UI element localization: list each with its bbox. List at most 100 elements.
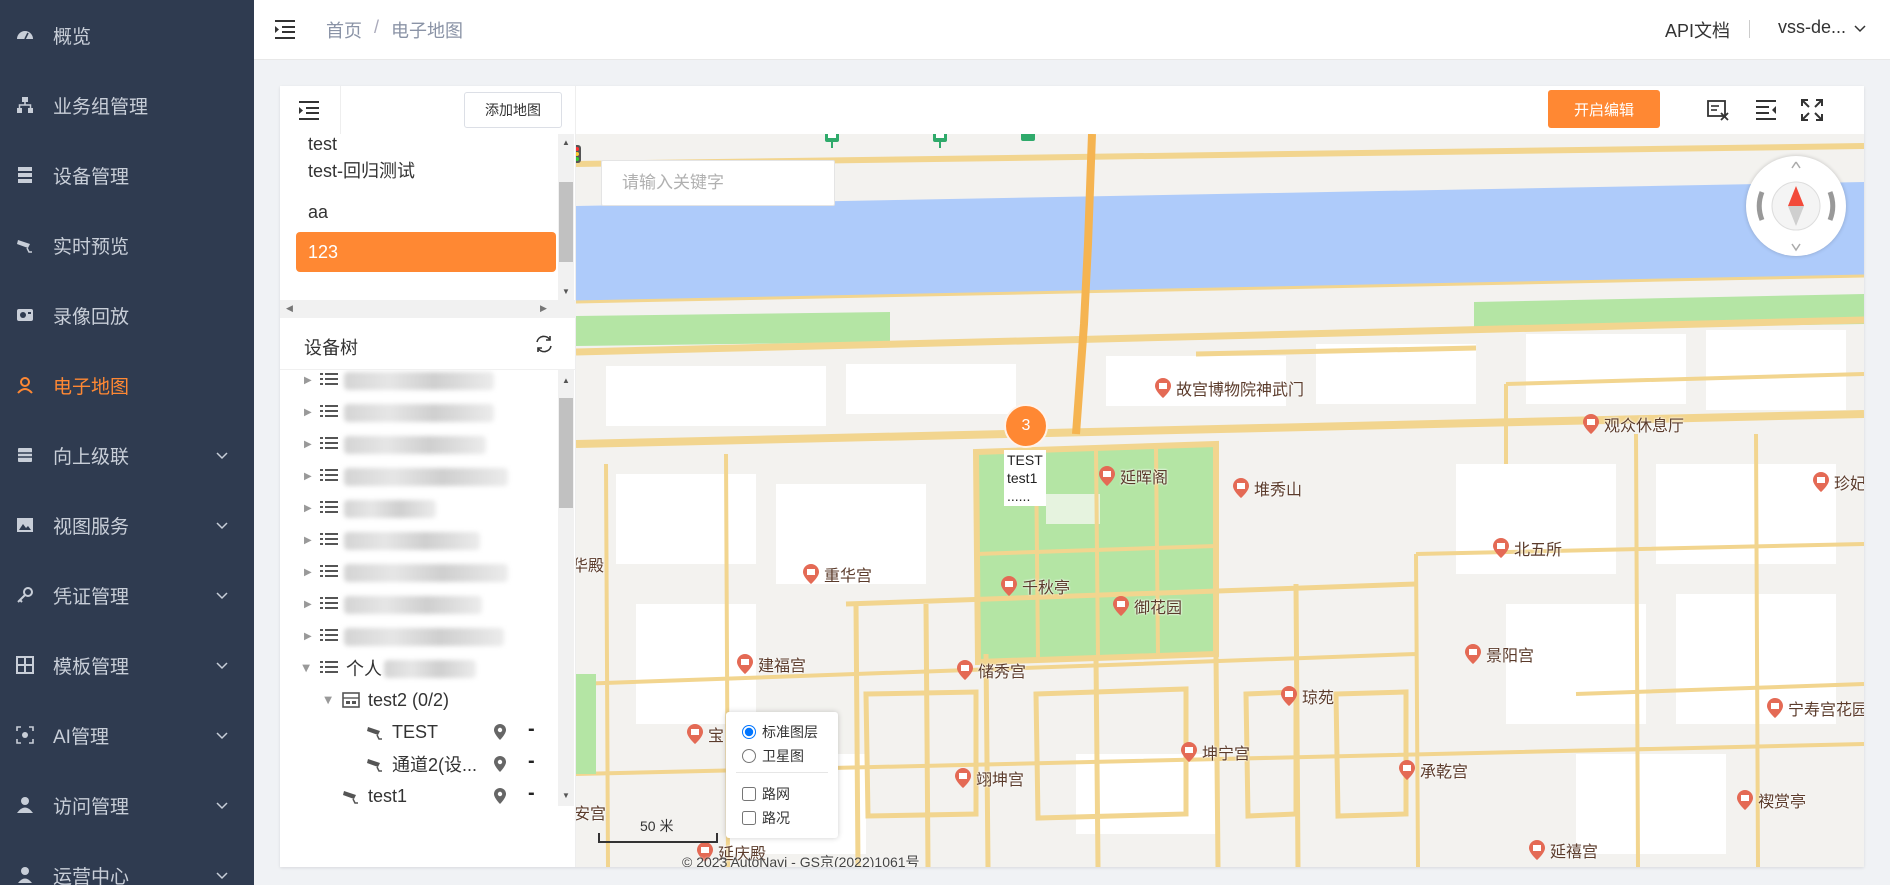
poi-label[interactable]: 华殿	[576, 552, 604, 576]
layer-standard-radio[interactable]	[742, 725, 756, 739]
tree-node[interactable]: ▶	[280, 460, 560, 492]
caret-right-icon[interactable]: ▶	[304, 631, 312, 642]
tree-node[interactable]: ▶	[280, 370, 560, 396]
sidebar-item-template[interactable]: 模板管理	[0, 630, 254, 700]
poi-label[interactable]: 延晖阁	[1098, 464, 1168, 488]
layer-road-option[interactable]: 路网	[742, 784, 790, 804]
scroll-right-icon[interactable]: ▶	[540, 303, 547, 314]
scroll-up-icon[interactable]: ▲	[562, 376, 570, 385]
location-pin-icon[interactable]	[494, 724, 506, 745]
list-toggle-icon[interactable]	[1754, 98, 1778, 122]
tree-node[interactable]: ▶	[280, 524, 560, 556]
poi-label[interactable]: 重华宫	[802, 562, 872, 586]
sidebar-item-ops[interactable]: 运营中心	[0, 840, 254, 885]
sidebar-item-emap[interactable]: 电子地图	[0, 350, 254, 420]
add-map-button[interactable]: 添加地图	[464, 92, 562, 128]
map-list-item[interactable]: test-回归测试	[296, 150, 556, 190]
tree-node-group[interactable]: ▶ test2 (0/2)	[280, 684, 560, 716]
sidebar-item-playback[interactable]: 录像回放	[0, 280, 254, 350]
scroll-down-icon[interactable]: ▼	[562, 791, 570, 800]
poi-label[interactable]: 储秀宫	[956, 658, 1026, 682]
map-list-scrollbar[interactable]: ▲ ▼	[558, 134, 574, 300]
fullscreen-icon[interactable]	[1800, 98, 1824, 122]
api-doc-link[interactable]: API文档	[1665, 17, 1730, 43]
caret-right-icon[interactable]: ▶	[304, 471, 312, 482]
user-menu[interactable]: vss-de...	[1778, 17, 1866, 38]
sidebar-item-credential[interactable]: 凭证管理	[0, 560, 254, 630]
map-canvas[interactable]: 开启编辑 请输入关键字 故宫博物院神武门 观众休息厅 延晖阁 堆秀山 珍妃 北五…	[576, 86, 1864, 867]
indent-icon[interactable]	[298, 100, 320, 120]
location-pin-icon[interactable]	[494, 756, 506, 777]
scrollbar-thumb[interactable]	[559, 398, 573, 508]
tree-node[interactable]: ▶	[280, 620, 560, 652]
sidebar-item-device[interactable]: 设备管理	[0, 140, 254, 210]
sidebar-item-overview[interactable]: 概览	[0, 0, 254, 70]
tree-node-channel[interactable]: 通道2(设... -	[280, 748, 560, 780]
poi-label[interactable]: 禊赏亭	[1736, 788, 1806, 812]
scrollbar-thumb[interactable]	[559, 182, 573, 262]
poi-label[interactable]: 琼苑	[1280, 684, 1334, 708]
poi-label[interactable]: 延禧宫	[1528, 838, 1598, 862]
layer-satellite-radio[interactable]	[742, 749, 756, 763]
device-cluster-label[interactable]: TEST test1 ......	[1004, 450, 1046, 506]
map-list-item-selected[interactable]: 123	[296, 232, 556, 272]
layer-traffic-option[interactable]: 路况	[742, 808, 790, 828]
sidebar-item-cascade[interactable]: 向上级联	[0, 420, 254, 490]
poi-label[interactable]: 御花园	[1112, 594, 1182, 618]
refresh-icon[interactable]	[534, 334, 554, 354]
tree-node-channel[interactable]: TEST -	[280, 716, 560, 748]
sidebar-item-view-service[interactable]: 视图服务	[0, 490, 254, 560]
poi-label[interactable]: 千秋亭	[1000, 574, 1070, 598]
scroll-left-icon[interactable]: ◀	[286, 303, 293, 314]
scroll-down-icon[interactable]: ▼	[562, 287, 570, 296]
poi-label[interactable]: 安宫	[576, 800, 606, 824]
caret-right-icon[interactable]: ▶	[304, 439, 312, 450]
caret-right-icon[interactable]: ▶	[304, 503, 312, 514]
sidebar-item-ai[interactable]: AI管理	[0, 700, 254, 770]
layer-standard-option[interactable]: 标准图层	[742, 722, 818, 742]
caret-down-icon[interactable]: ▶	[300, 664, 311, 672]
poi-label[interactable]: 故宫博物院神武门	[1154, 376, 1304, 400]
device-cluster-marker[interactable]: 3	[1004, 404, 1048, 448]
scroll-up-icon[interactable]: ▲	[562, 138, 570, 147]
clear-selection-icon[interactable]	[1706, 98, 1730, 122]
poi-label[interactable]: 珍妃	[1812, 470, 1864, 494]
caret-right-icon[interactable]: ▶	[304, 599, 312, 610]
caret-right-icon[interactable]: ▶	[304, 535, 312, 546]
map-list-hscrollbar[interactable]: ◀ ▶	[280, 300, 576, 318]
tree-node[interactable]: ▶	[280, 428, 560, 460]
poi-label[interactable]: 北五所	[1492, 536, 1562, 560]
tree-node[interactable]: ▶	[280, 492, 560, 524]
poi-label[interactable]: 宁寿宫花园	[1766, 696, 1864, 720]
caret-right-icon[interactable]: ▶	[304, 567, 312, 578]
map-compass[interactable]	[1746, 156, 1846, 256]
poi-label[interactable]: 景阳宫	[1464, 642, 1534, 666]
breadcrumb-home[interactable]: 首页	[326, 17, 362, 43]
poi-label[interactable]: 观众休息厅	[1582, 412, 1684, 436]
layer-traffic-checkbox[interactable]	[742, 811, 756, 825]
poi-label[interactable]: 宝	[686, 722, 724, 746]
poi-label[interactable]: 建福宫	[736, 652, 806, 676]
poi-label[interactable]: 翊坤宫	[954, 766, 1024, 790]
map-list-item[interactable]: aa	[296, 192, 556, 232]
tree-node[interactable]: ▶	[280, 396, 560, 428]
layer-satellite-option[interactable]: 卫星图	[742, 746, 804, 766]
sidebar-item-access[interactable]: 访问管理	[0, 770, 254, 840]
poi-label[interactable]: 堆秀山	[1232, 476, 1302, 500]
caret-down-icon[interactable]: ▶	[322, 696, 333, 704]
tree-node-device[interactable]: test1 -	[280, 780, 560, 806]
device-tree-scrollbar[interactable]: ▲ ▼	[558, 370, 574, 806]
poi-label[interactable]: 承乾宫	[1398, 758, 1468, 782]
sidebar-item-business-group[interactable]: 业务组管理	[0, 70, 254, 140]
tree-node[interactable]: ▶	[280, 588, 560, 620]
caret-right-icon[interactable]: ▶	[304, 407, 312, 418]
menu-fold-icon[interactable]	[274, 18, 296, 40]
location-pin-icon[interactable]	[494, 788, 506, 806]
tree-node[interactable]: ▶	[280, 556, 560, 588]
layer-road-checkbox[interactable]	[742, 787, 756, 801]
tree-node-personal[interactable]: ▶ 个人	[280, 652, 560, 684]
enable-edit-button[interactable]: 开启编辑	[1548, 90, 1660, 128]
sidebar-item-live[interactable]: 实时预览	[0, 210, 254, 280]
caret-right-icon[interactable]: ▶	[304, 375, 312, 386]
poi-label[interactable]: 坤宁宫	[1180, 740, 1250, 764]
